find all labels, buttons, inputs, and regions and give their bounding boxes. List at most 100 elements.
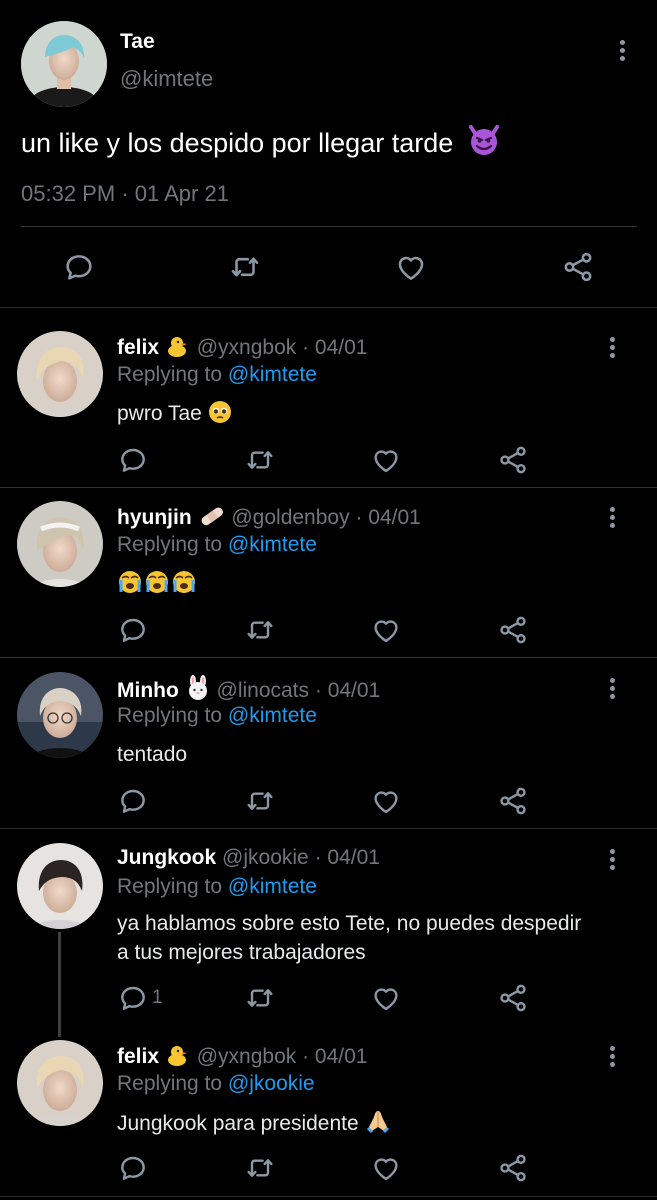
reply-date: · 04/01 (302, 1045, 368, 1068)
reply-text: pwro Tae (117, 402, 202, 425)
author-name[interactable]: Jungkook (117, 846, 216, 869)
author-handle[interactable]: @yxngbok (197, 1045, 297, 1068)
retweet-icon[interactable] (244, 785, 276, 817)
pleading-face-emoji (208, 400, 232, 432)
avatar[interactable] (17, 501, 103, 587)
replying-handle-link[interactable]: @kimtete (228, 875, 317, 898)
avatar[interactable] (17, 331, 103, 417)
author-handle[interactable]: @jkookie (222, 846, 309, 869)
replying-to: Replying to @kimtete (117, 533, 317, 557)
reply-date: · 04/01 (314, 846, 380, 869)
reply-text: tentado (117, 743, 188, 766)
tweet-time: 05:32 PM (21, 181, 116, 206)
reply-count: 1 (152, 987, 163, 1008)
tweet-timestamp: 05:32 PM · 01 Apr 21 (21, 181, 229, 207)
share-icon[interactable] (497, 785, 529, 817)
share-icon[interactable] (497, 614, 529, 646)
retweet-icon[interactable] (228, 250, 262, 284)
reply-text: Jungkook para presidente (117, 1112, 359, 1135)
avatar[interactable] (17, 672, 103, 758)
replying-handle-link[interactable]: @jkookie (228, 1072, 315, 1095)
separator (0, 307, 657, 308)
reply-icon[interactable] (117, 614, 149, 646)
retweet-icon[interactable] (244, 1152, 276, 1184)
replying-label: Replying to (117, 363, 223, 386)
author-handle[interactable]: @linocats (217, 679, 310, 702)
replying-to: Replying to @kimtete (117, 875, 317, 899)
reply-header: felix @yxngbok · 04/01 (117, 1043, 368, 1073)
author-name[interactable]: Tae (120, 30, 155, 54)
separator (0, 828, 657, 829)
more-options-icon[interactable] (609, 507, 615, 529)
separator (0, 1196, 657, 1197)
replying-label: Replying to (117, 533, 223, 556)
reply-header: Jungkook @jkookie · 04/01 (117, 846, 380, 870)
more-options-icon[interactable] (609, 337, 615, 359)
author-handle[interactable]: @yxngbok (197, 336, 297, 359)
retweet-icon[interactable] (244, 444, 276, 476)
author-handle[interactable]: @kimtete (120, 66, 213, 92)
reply-date: · 04/01 (314, 679, 381, 702)
reply-header: Minho @linocats · 04/01 (117, 675, 380, 707)
reply-text: ya hablamos sobre esto Tete, no puedes d… (117, 912, 582, 964)
loudly-crying-face-emoji (117, 569, 199, 603)
retweet-icon[interactable] (244, 614, 276, 646)
like-icon[interactable] (370, 982, 402, 1014)
replying-label: Replying to (117, 875, 223, 898)
more-options-icon[interactable] (619, 40, 625, 62)
tweet-text: un like y los despido por llegar tarde (21, 128, 454, 158)
chick-emoji (165, 1043, 191, 1073)
reply-text-row: Jungkook para presidente (117, 1108, 391, 1142)
replying-handle-link[interactable]: @kimtete (228, 704, 317, 727)
reply-header: felix @yxngbok · 04/01 (117, 334, 368, 364)
reply-date: · 04/01 (302, 336, 368, 359)
author-handle[interactable]: @goldenboy (231, 506, 349, 529)
more-options-icon[interactable] (609, 678, 615, 700)
like-icon[interactable] (394, 250, 428, 284)
replying-to: Replying to @jkookie (117, 1072, 315, 1096)
reply-icon[interactable] (117, 785, 149, 817)
tweet-date: 01 Apr 21 (134, 181, 229, 206)
reply-icon[interactable] (117, 982, 149, 1014)
retweet-icon[interactable] (244, 982, 276, 1014)
replying-to: Replying to @kimtete (117, 363, 317, 387)
share-icon[interactable] (497, 1152, 529, 1184)
replying-label: Replying to (117, 704, 223, 727)
replying-label: Replying to (117, 1072, 223, 1095)
reply-icon[interactable] (117, 1152, 149, 1184)
share-icon[interactable] (497, 444, 529, 476)
author-name[interactable]: hyunjin (117, 506, 192, 529)
author-name[interactable]: felix (117, 1045, 159, 1068)
reply-date: · 04/01 (355, 506, 421, 529)
reply-icon[interactable] (62, 250, 96, 284)
replying-to: Replying to @kimtete (117, 704, 317, 728)
separator (0, 657, 657, 658)
replying-handle-link[interactable]: @kimtete (228, 363, 317, 386)
separator (0, 487, 657, 488)
like-icon[interactable] (370, 444, 402, 476)
timestamp-dot: · (121, 181, 129, 206)
thread-connector-line (58, 932, 61, 1037)
more-options-icon[interactable] (609, 1046, 615, 1068)
bandage-emoji (198, 504, 226, 534)
reply-text-row: pwro Tae (117, 399, 232, 432)
author-name[interactable]: Minho (117, 679, 179, 702)
avatar-image (21, 21, 107, 107)
tweet-text-row: un like y los despido por llegar tarde (21, 124, 501, 163)
reply-icon[interactable] (117, 444, 149, 476)
divider (21, 226, 637, 227)
avatar[interactable] (17, 1040, 103, 1126)
reply-text-row (117, 569, 199, 603)
author-name[interactable]: felix (117, 336, 159, 359)
avatar[interactable] (17, 843, 103, 929)
like-icon[interactable] (370, 1152, 402, 1184)
like-icon[interactable] (370, 785, 402, 817)
avatar[interactable] (21, 21, 107, 107)
replying-handle-link[interactable]: @kimtete (228, 533, 317, 556)
reply-header: hyunjin @goldenboy · 04/01 (117, 504, 421, 534)
share-icon[interactable] (561, 250, 595, 284)
more-options-icon[interactable] (609, 849, 615, 871)
folded-hands-emoji (365, 1108, 391, 1142)
like-icon[interactable] (370, 614, 402, 646)
share-icon[interactable] (497, 982, 529, 1014)
